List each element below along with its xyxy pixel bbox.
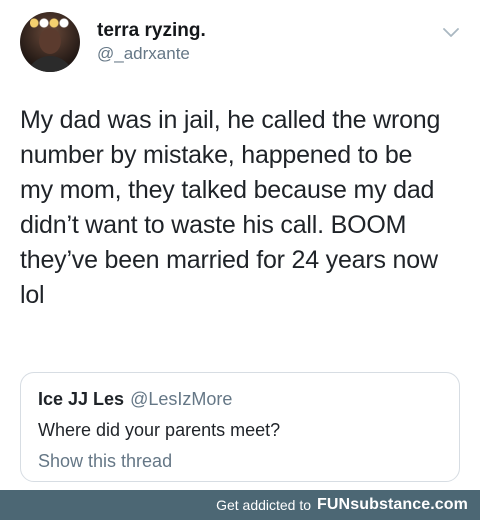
show-thread-link[interactable]: Show this thread xyxy=(38,450,172,472)
author-username[interactable]: @_adrxante xyxy=(97,44,206,64)
quoted-tweet[interactable]: Ice JJ Les @LesIzMore Where did your pare… xyxy=(20,372,460,482)
avatar-shirt xyxy=(26,56,74,72)
avatar-face xyxy=(39,28,61,54)
quoted-author-username: @LesIzMore xyxy=(130,389,233,409)
chevron-down-icon-svg xyxy=(443,28,459,37)
author-display-name[interactable]: terra ryzing. xyxy=(97,20,206,42)
quoted-tweet-text: Where did your parents meet? xyxy=(38,420,281,440)
footer-tagline: Get addicted to xyxy=(216,497,312,513)
quoted-tweet-header: Ice JJ Les @LesIzMore xyxy=(38,388,232,410)
avatar[interactable] xyxy=(20,12,80,72)
tweet-text: My dad was in jail, he called the wrong … xyxy=(20,106,441,309)
author-info: terra ryzing. @_adrxante xyxy=(97,20,206,64)
tweet-card: terra ryzing. @_adrxante My dad was in j… xyxy=(0,0,480,490)
footer-brand[interactable]: FUNsubstance.com xyxy=(317,496,468,514)
footer-banner: Get addicted to FUNsubstance.com xyxy=(0,490,480,520)
chevron-down-icon[interactable] xyxy=(442,24,460,42)
tweet-header: terra ryzing. @_adrxante xyxy=(20,12,460,72)
quoted-author-name: Ice JJ Les xyxy=(38,389,125,409)
